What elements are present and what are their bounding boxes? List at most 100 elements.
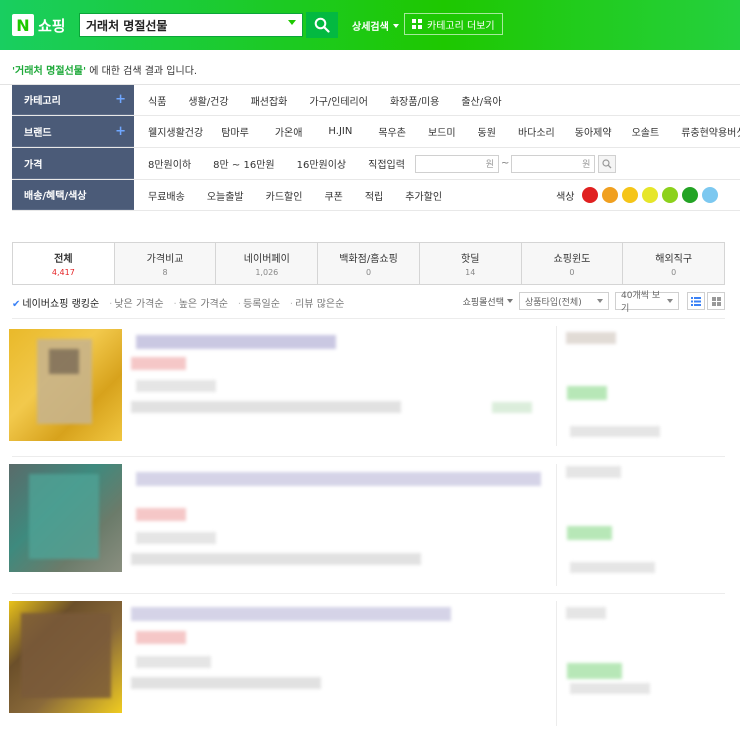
color-swatch-skyblue[interactable] (702, 187, 719, 203)
seller-info (570, 426, 660, 437)
product-title[interactable] (136, 472, 541, 486)
sort-label: 네이버쇼핑 랭킹순 (22, 298, 100, 310)
seller-name[interactable] (566, 607, 606, 619)
category-more-button[interactable]: 카테고리 더보기 (404, 13, 503, 35)
tab-naverpay[interactable]: 네이버페이 1,026 (216, 243, 319, 284)
dot-icon: · (173, 298, 177, 310)
tab-count: 0 (365, 268, 372, 277)
mall-select[interactable]: 쇼핑몰선택 (463, 295, 513, 308)
top-header: N 쇼핑 상세검색 카테고리 더보기 (0, 0, 740, 50)
divider (556, 326, 557, 446)
seller-name[interactable] (566, 332, 616, 344)
dot-icon: · (289, 298, 294, 310)
filter-row-category: 카테고리 + 식품 생활/건강 패션잡화 가구/인테리어 화장품/미용 출산/육… (12, 85, 740, 116)
filter-label-brand[interactable]: 브랜드 + (12, 116, 134, 147)
benefit-option[interactable]: 오늘출발 (207, 188, 244, 203)
filter-option[interactable]: 오솔트 (632, 124, 660, 139)
filter-option[interactable]: 류충현약용버섯 (681, 124, 740, 139)
product-thumbnail[interactable] (9, 329, 122, 441)
benefit-option[interactable]: 카드할인 (266, 188, 303, 203)
product-type-label: 상품타입(전체) (525, 297, 582, 308)
color-swatch-orange[interactable] (602, 187, 619, 203)
price-option[interactable]: 8만원이하 (148, 156, 191, 171)
tab-hotdeal[interactable]: 핫딜 14 (419, 243, 522, 284)
filter-option[interactable]: 탐마루 (221, 124, 249, 139)
price-unit: 원 (582, 160, 591, 170)
sort-date[interactable]: · 등록일순 (238, 295, 280, 310)
product-title[interactable] (131, 607, 451, 621)
grid-view-icon (711, 296, 721, 306)
filter-option[interactable]: 가온애 (275, 124, 303, 139)
filter-option[interactable]: 화장품/미용 (390, 93, 439, 108)
plus-icon[interactable]: + (115, 92, 126, 107)
filter-option[interactable]: 보드미 (428, 124, 456, 139)
filter-option[interactable]: 바다소리 (518, 124, 555, 139)
sort-ranking[interactable]: ✔ 네이버쇼핑 랭킹순 (12, 295, 99, 310)
filter-option[interactable]: H.JIN (328, 126, 352, 137)
benefit-option[interactable]: 쿠폰 (324, 188, 342, 203)
product-category (136, 656, 211, 668)
color-swatch-yellowgreen[interactable] (662, 187, 679, 203)
tab-price-compare[interactable]: 가격비교 8 (114, 243, 217, 284)
price-max-input[interactable]: 원 (511, 154, 596, 173)
sort-label: 낮은 가격순 (114, 298, 164, 310)
tab-label: 백화점/홈쇼핑 (339, 254, 398, 265)
plus-icon[interactable]: + (115, 124, 126, 139)
product-item[interactable] (0, 593, 740, 733)
tab-count: 1,026 (255, 268, 279, 277)
price-search-button[interactable] (598, 154, 617, 173)
search-button[interactable] (306, 12, 338, 38)
per-page-select[interactable]: 40개씩 보기 (615, 291, 679, 314)
tab-shopping-window[interactable]: 쇼핑윈도 0 (521, 243, 624, 284)
filter-option[interactable]: 동원 (478, 124, 496, 139)
filter-option[interactable]: 목우촌 (378, 124, 406, 139)
color-swatch-yellow[interactable] (622, 187, 639, 203)
filter-option[interactable]: 출산/육아 (461, 93, 501, 108)
sort-low-price[interactable]: · 낮은 가격순 (109, 295, 163, 310)
tab-overseas[interactable]: 해외직구 0 (623, 243, 725, 284)
product-category (136, 532, 216, 544)
sort-reviews[interactable]: · 리뷰 많은순 (290, 295, 344, 310)
list-view-button[interactable] (687, 292, 705, 310)
product-thumbnail[interactable] (9, 601, 122, 713)
sort-high-price[interactable]: · 높은 가격순 (174, 295, 228, 310)
filter-option[interactable]: 생활/건강 (188, 93, 228, 108)
filter-option[interactable]: 가구/인테리어 (309, 93, 368, 108)
product-thumbnail[interactable] (9, 464, 122, 572)
price-option[interactable]: 16만원이상 (297, 156, 347, 171)
tab-label: 해외직구 (655, 254, 693, 265)
color-swatch-lime[interactable] (642, 187, 659, 203)
product-item[interactable] (0, 318, 740, 456)
benefit-option[interactable]: 무료배송 (148, 188, 185, 203)
mall-select-label: 쇼핑몰선택 (462, 297, 504, 308)
filter-label-text: 브랜드 (24, 127, 52, 139)
seller-info (570, 562, 655, 573)
filter-option[interactable]: 식품 (148, 93, 166, 108)
product-specs (131, 553, 421, 565)
benefit-option[interactable]: 추가할인 (405, 188, 442, 203)
filter-option[interactable]: 웰지생활건강 (148, 124, 203, 139)
filter-row-brand: 브랜드 + 웰지생활건강 탐마루 가온애 H.JIN 목우촌 보드미 동원 바다… (12, 116, 740, 148)
tab-count: 0 (569, 268, 575, 277)
tab-label: 전체 (54, 254, 73, 265)
color-swatch-green[interactable] (682, 187, 699, 203)
color-swatch-red[interactable] (582, 187, 599, 203)
detail-search-button[interactable]: 상세검색 (352, 18, 399, 33)
benefit-option[interactable]: 적립 (365, 188, 383, 203)
price-option[interactable]: 8만 ~ 16만원 (213, 156, 274, 171)
product-item[interactable] (0, 456, 740, 593)
product-type-select[interactable]: 상품타입(전체) (519, 292, 609, 310)
autocomplete-toggle-icon[interactable] (288, 20, 296, 25)
product-title[interactable] (136, 335, 336, 349)
product-specs (131, 677, 321, 689)
seller-name[interactable] (566, 466, 621, 478)
search-input[interactable] (80, 15, 275, 35)
tab-all[interactable]: 전체 4,417 (13, 243, 115, 284)
filter-option[interactable]: 동아제약 (575, 124, 612, 139)
filter-option[interactable]: 패션잡화 (251, 93, 288, 108)
naver-shopping-logo[interactable]: N 쇼핑 (12, 14, 66, 36)
price-min-input[interactable]: 원 (414, 154, 499, 173)
filter-label-category[interactable]: 카테고리 + (12, 85, 134, 115)
grid-view-button[interactable] (707, 292, 725, 310)
tab-department-homeshopping[interactable]: 백화점/홈쇼핑 0 (318, 243, 420, 284)
